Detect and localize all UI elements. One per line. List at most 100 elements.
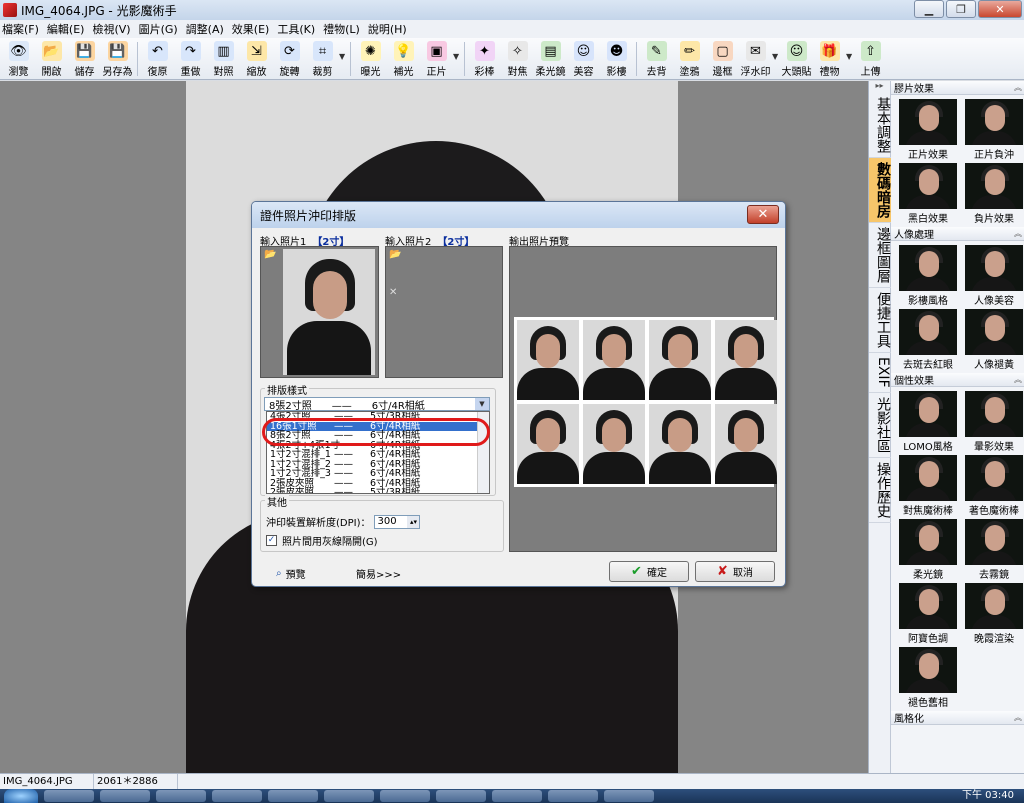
toolbar-dropdown-icon[interactable]: ▼ [846,52,854,61]
effect-thumbnail[interactable]: 正片效果 [895,99,961,161]
toolbar-dropdown-icon[interactable]: ▼ [772,52,780,61]
close-button[interactable]: ✕ [978,0,1022,18]
toolbar-dropdown-icon[interactable]: ▼ [339,52,347,61]
toolbar-button-12[interactable]: ▣ 正片 [420,38,453,80]
collapse-icon[interactable]: ︽ [1014,82,1024,93]
ok-button[interactable]: ✔ 確定 [609,561,689,582]
effect-thumbnail[interactable]: 著色魔術棒 [961,455,1024,517]
toolbar-button-9[interactable]: ⌗ 裁剪 [306,38,339,80]
simple-mode-link[interactable]: 簡易>>> [356,566,401,581]
section-header[interactable]: 個性效果 ︽ [891,373,1024,387]
taskbar-app-2[interactable] [100,790,150,802]
effect-thumbnail[interactable]: 去斑去紅眼 [895,309,961,371]
chevron-down-icon[interactable]: ▼ [475,398,489,410]
layout-style-select[interactable]: 8張2寸照 —— 6寸/4R相紙 ▼ [264,397,490,412]
taskbar-app-9[interactable] [492,790,542,802]
panel-tab-1[interactable]: 數碼暗房 [869,158,891,223]
input1-box[interactable]: 📂 [260,246,379,378]
panel-scroll-icon[interactable]: ▸▸ [869,81,890,93]
menu-item[interactable]: 檔案(F) [2,21,39,37]
toolbar-button-4[interactable]: ↶ 復原 [141,38,174,80]
open-folder-icon[interactable]: 📂 [264,249,276,260]
taskbar-app-8[interactable] [436,790,486,802]
menu-item[interactable]: 圖片(G) [139,21,178,37]
collapse-icon[interactable]: ︽ [1014,374,1024,385]
stepper-arrows-icon[interactable]: ▴▾ [407,515,420,528]
toolbar-button-7[interactable]: ⇲ 縮放 [240,38,273,80]
effect-thumbnail[interactable]: 晚霞渲染 [961,583,1024,645]
clear-photo-icon[interactable]: ✕ [389,287,397,298]
toolbar-button-1[interactable]: 📂 開啟 [35,38,68,80]
toolbar-button-0[interactable]: 👁 瀏覽 [2,38,35,80]
gray-line-checkbox[interactable]: ✓ [266,535,277,546]
menu-item[interactable]: 檢視(V) [92,21,130,37]
taskbar-app-1[interactable] [44,790,94,802]
start-button[interactable] [4,789,38,803]
effect-thumbnail[interactable]: 去霧鏡 [961,519,1024,581]
toolbar-button-13[interactable]: ✦ 彩棒 [468,38,501,80]
effect-thumbnail[interactable]: 褪色舊相 [895,647,961,709]
toolbar-button-23[interactable]: 🎁 禮物 [813,38,846,80]
toolbar-button-17[interactable]: ☻ 影樓 [600,38,633,80]
menu-item[interactable]: 工具(K) [277,21,315,37]
effect-thumbnail[interactable]: 對焦魔術棒 [895,455,961,517]
panel-tab-4[interactable]: EXIF [869,353,891,393]
panel-tab-5[interactable]: 光影社區 [869,393,891,458]
section-header[interactable]: 人像處理 ︽ [891,227,1024,241]
taskbar-app-10[interactable] [548,790,598,802]
taskbar-app-11[interactable] [604,790,654,802]
taskbar-app-6[interactable] [324,790,374,802]
effect-thumbnail[interactable]: 暈影效果 [961,391,1024,453]
effect-thumbnail[interactable]: 影樓風格 [895,245,961,307]
preview-link[interactable]: ⌕ 預覽 [276,566,306,581]
effect-thumbnail[interactable]: 人像褪黃 [961,309,1024,371]
effect-thumbnail[interactable]: 正片負沖 [961,99,1024,161]
menu-item[interactable]: 編輯(E) [47,21,85,37]
toolbar-button-19[interactable]: ✏ 塗鴉 [673,38,706,80]
gray-line-row[interactable]: ✓ 照片間用灰線隔開(G) [266,533,378,548]
layout-option[interactable]: 2張皮夾照 —— 5寸/3R相紙 [267,488,489,493]
menu-item[interactable]: 說明(H) [368,21,407,37]
toolbar-button-5[interactable]: ↷ 重做 [174,38,207,80]
taskbar-app-5[interactable] [268,790,318,802]
effect-thumbnail[interactable]: 阿寶色調 [895,583,961,645]
cancel-button[interactable]: ✘ 取消 [695,561,775,582]
dpi-stepper[interactable]: 300 ▴▾ [374,514,421,529]
taskbar-app-7[interactable] [380,790,430,802]
open-folder-icon-2[interactable]: 📂 [389,249,401,260]
toolbar-button-18[interactable]: ✎ 去背 [640,38,673,80]
toolbar-button-10[interactable]: ✺ 曝光 [354,38,387,80]
taskbar-app-4[interactable] [212,790,262,802]
toolbar-button-24[interactable]: ⇧ 上傳 [854,38,887,80]
toolbar-button-6[interactable]: ▥ 對照 [207,38,240,80]
toolbar-button-14[interactable]: ✧ 對焦 [501,38,534,80]
toolbar-button-22[interactable]: ☺ 大頭貼 [780,38,813,80]
section-header[interactable]: 膠片效果 ︽ [891,81,1024,95]
collapse-icon[interactable]: ︽ [1014,228,1024,239]
toolbar-button-11[interactable]: 💡 補光 [387,38,420,80]
menu-item[interactable]: 禮物(L) [323,21,360,37]
effect-thumbnail[interactable]: 黑白效果 [895,163,961,225]
dialog-close-button[interactable]: ✕ [747,205,779,224]
toolbar-button-2[interactable]: 💾 儲存 [68,38,101,80]
collapse-icon[interactable]: ︽ [1014,712,1024,723]
toolbar-button-8[interactable]: ⟳ 旋轉 [273,38,306,80]
toolbar-button-20[interactable]: ▢ 邊框 [706,38,739,80]
effect-thumbnail[interactable]: 負片效果 [961,163,1024,225]
effect-thumbnail[interactable]: LOMO風格 [895,391,961,453]
menu-item[interactable]: 效果(E) [232,21,270,37]
panel-tab-0[interactable]: 基本調整 [869,93,891,158]
panel-tab-6[interactable]: 操作歷史 [869,458,891,523]
toolbar-button-3[interactable]: 💾 另存為 [101,38,134,80]
menu-item[interactable]: 調整(A) [186,21,224,37]
toolbar-button-15[interactable]: ▤ 柔光鏡 [534,38,567,80]
input2-box[interactable]: 📂 ✕ [385,246,503,378]
section-header[interactable]: 風格化 ︽ [891,711,1024,725]
panel-tab-2[interactable]: 邊框圖層 [869,223,891,288]
maximize-button[interactable]: ❐ [946,0,976,18]
toolbar-button-21[interactable]: ✉ 浮水印 [739,38,772,80]
panel-tab-3[interactable]: 便捷工具 [869,288,891,353]
taskbar-app-3[interactable] [156,790,206,802]
minimize-button[interactable]: ▁ [914,0,944,18]
toolbar-dropdown-icon[interactable]: ▼ [453,52,461,61]
